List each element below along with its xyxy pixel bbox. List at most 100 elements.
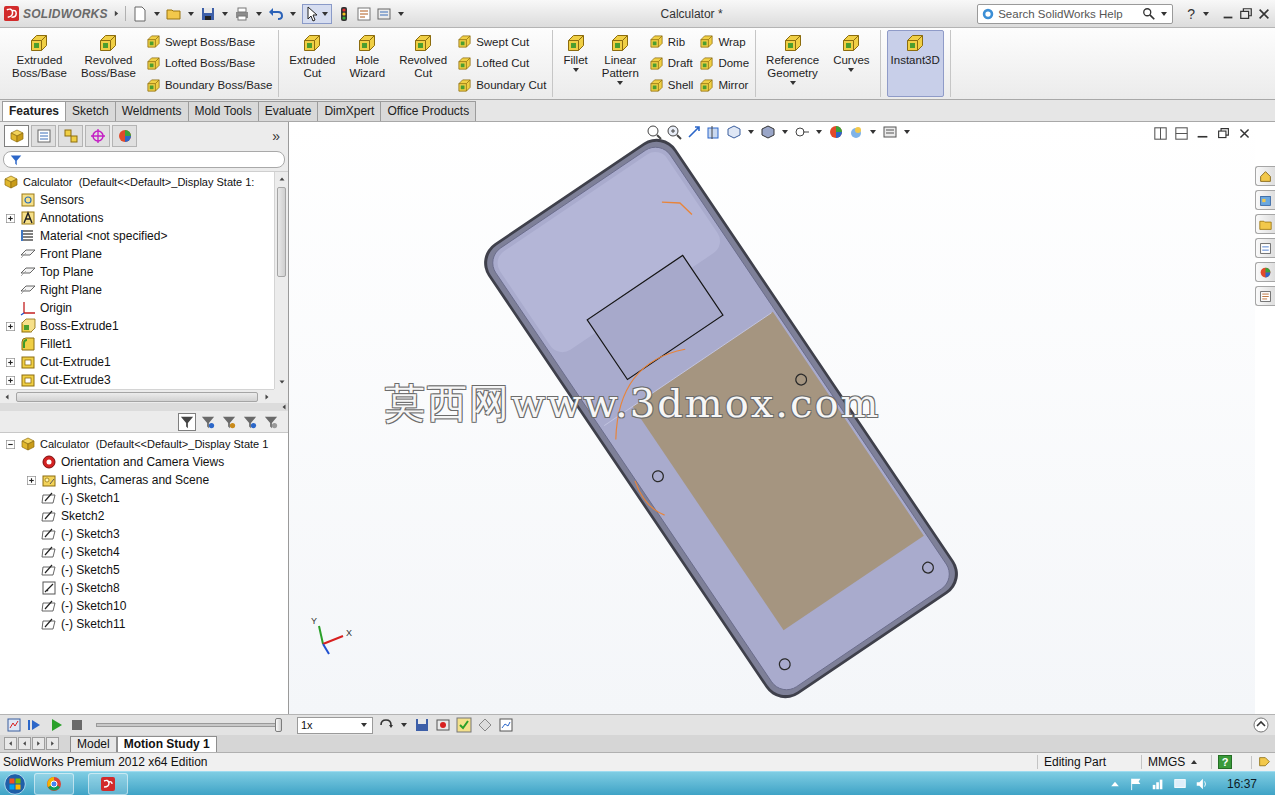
- next-tab-button[interactable]: [32, 737, 45, 750]
- tree-item[interactable]: Annotations: [0, 209, 274, 227]
- save-animation-icon[interactable]: [414, 717, 430, 733]
- tree-item[interactable]: Material <not specified>: [0, 227, 274, 245]
- tree-item[interactable]: Cut-Extrude1: [0, 353, 274, 371]
- restore-icon[interactable]: [1239, 7, 1253, 21]
- zoom-to-fit-icon[interactable]: [646, 124, 662, 140]
- clock[interactable]: 16:37: [1227, 777, 1257, 791]
- tree-item[interactable]: Lights, Cameras and Scene: [0, 471, 288, 489]
- tree-item[interactable]: Front Plane: [0, 245, 274, 263]
- close-icon[interactable]: [1257, 7, 1271, 21]
- add-key-icon[interactable]: [477, 717, 493, 733]
- vertical-scrollbar[interactable]: [274, 172, 288, 389]
- task-pane-tab[interactable]: [1255, 166, 1275, 186]
- tree-item[interactable]: Fillet1: [0, 335, 274, 353]
- print-icon[interactable]: [234, 6, 250, 22]
- dropdown-arrow-icon[interactable]: [790, 81, 796, 85]
- apply-scene-icon[interactable]: [848, 124, 864, 140]
- ribbon-button[interactable]: Hole Wizard: [345, 30, 389, 97]
- display-style-icon[interactable]: [760, 124, 776, 140]
- calculate-icon[interactable]: [6, 717, 22, 733]
- rebuild-icon[interactable]: [336, 6, 352, 22]
- play-from-start-icon[interactable]: [27, 717, 43, 733]
- collapse-icon[interactable]: [6, 440, 15, 449]
- dropdown-arrow-icon[interactable]: [573, 68, 579, 72]
- manager-tab[interactable]: [85, 125, 110, 147]
- collapse-panel-icon[interactable]: [280, 403, 288, 411]
- ribbon-button[interactable]: Linear Pattern: [598, 30, 643, 97]
- tile-vertical-icon[interactable]: [1175, 127, 1188, 140]
- volume-icon[interactable]: [1195, 777, 1209, 791]
- scroll-down-icon[interactable]: [278, 378, 286, 386]
- tree-item[interactable]: (-) Sketch3: [0, 525, 288, 543]
- tree-item[interactable]: Boss-Extrude1: [0, 317, 274, 335]
- motion-filter-button[interactable]: [178, 413, 196, 431]
- zoom-area-icon[interactable]: [666, 124, 682, 140]
- ribbon-button[interactable]: Revolved Cut: [395, 30, 451, 97]
- select-arrow-icon[interactable]: [304, 6, 320, 22]
- tree-item[interactable]: Top Plane: [0, 263, 274, 281]
- command-tab[interactable]: Features: [2, 101, 66, 121]
- tree-item[interactable]: Calculator (Default<<Default>_Display St…: [0, 173, 274, 191]
- action-center-flag-icon[interactable]: [1129, 777, 1143, 791]
- ribbon-button[interactable]: Curves: [829, 30, 873, 97]
- save-icon[interactable]: [200, 6, 216, 22]
- tree-item[interactable]: (-) Sketch10: [0, 597, 288, 615]
- manager-tab[interactable]: [4, 125, 29, 147]
- slider-thumb[interactable]: [275, 718, 282, 732]
- motion-filter-button[interactable]: [220, 413, 238, 431]
- collapse-motion-manager-icon[interactable]: [1253, 717, 1269, 733]
- command-tab[interactable]: DimXpert: [317, 101, 381, 121]
- ribbon-button[interactable]: Reference Geometry: [762, 30, 823, 97]
- section-view-icon[interactable]: [706, 124, 722, 140]
- command-tab[interactable]: Weldments: [115, 101, 189, 121]
- expand-icon[interactable]: [6, 322, 15, 331]
- results-plots-icon[interactable]: [498, 717, 514, 733]
- first-tab-button[interactable]: [4, 737, 17, 750]
- edit-appearance-icon[interactable]: [828, 124, 844, 140]
- scroll-thumb[interactable]: [277, 187, 286, 277]
- tree-item[interactable]: (-) Sketch5: [0, 561, 288, 579]
- magnifier-icon[interactable]: [1142, 7, 1156, 21]
- expand-icon[interactable]: [6, 358, 15, 367]
- options-icon[interactable]: [376, 6, 392, 22]
- ribbon-small-button[interactable]: Mirror: [699, 78, 749, 93]
- expand-icon[interactable]: [6, 376, 15, 385]
- network-icon[interactable]: [1151, 777, 1165, 791]
- ribbon-small-button[interactable]: Lofted Cut: [457, 56, 546, 71]
- tree-item[interactable]: Orientation and Camera Views: [0, 453, 288, 471]
- manager-tab[interactable]: [31, 125, 56, 147]
- show-hidden-icons-icon[interactable]: [1109, 778, 1121, 790]
- ribbon-small-button[interactable]: Draft: [649, 56, 694, 71]
- previous-tab-button[interactable]: [18, 737, 31, 750]
- animation-wizard-icon[interactable]: [435, 717, 451, 733]
- select-button[interactable]: [302, 4, 332, 24]
- menu-flyout-icon[interactable]: [112, 9, 121, 18]
- view-orientation-icon[interactable]: [726, 124, 742, 140]
- status-tag[interactable]: [1251, 756, 1275, 769]
- minimize-icon[interactable]: [1221, 7, 1235, 21]
- tree-item[interactable]: (-) Sketch8: [0, 579, 288, 597]
- motion-filter-button[interactable]: [241, 413, 259, 431]
- tree-item[interactable]: Calculator (Default<<Default>_Display St…: [0, 435, 288, 453]
- expand-icon[interactable]: [27, 476, 36, 485]
- autokey-icon[interactable]: [456, 717, 472, 733]
- ribbon-small-button[interactable]: Rib: [649, 34, 694, 49]
- ribbon-button[interactable]: Extruded Boss/Base: [8, 30, 71, 97]
- open-folder-icon[interactable]: [166, 6, 182, 22]
- stop-icon[interactable]: [69, 717, 85, 733]
- ribbon-small-button[interactable]: Swept Cut: [457, 34, 546, 49]
- taskbar-app[interactable]: [34, 773, 74, 795]
- scroll-right-icon[interactable]: [263, 393, 271, 401]
- horizontal-scrollbar[interactable]: [0, 389, 274, 403]
- motion-filter-button[interactable]: [262, 413, 280, 431]
- tree-item[interactable]: Origin: [0, 299, 274, 317]
- solidworks-menu[interactable]: SOLIDWORKS: [4, 6, 126, 21]
- ribbon-button[interactable]: Instant3D: [887, 30, 944, 97]
- ribbon-button[interactable]: Extruded Cut: [285, 30, 339, 97]
- ribbon-small-button[interactable]: Shell: [649, 78, 694, 93]
- study-tab[interactable]: Motion Study 1: [117, 736, 217, 752]
- motion-filter-button[interactable]: [199, 413, 217, 431]
- tree-item[interactable]: (-) Sketch1: [0, 489, 288, 507]
- ribbon-small-button[interactable]: Wrap: [699, 34, 749, 49]
- command-tab[interactable]: Mold Tools: [188, 101, 259, 121]
